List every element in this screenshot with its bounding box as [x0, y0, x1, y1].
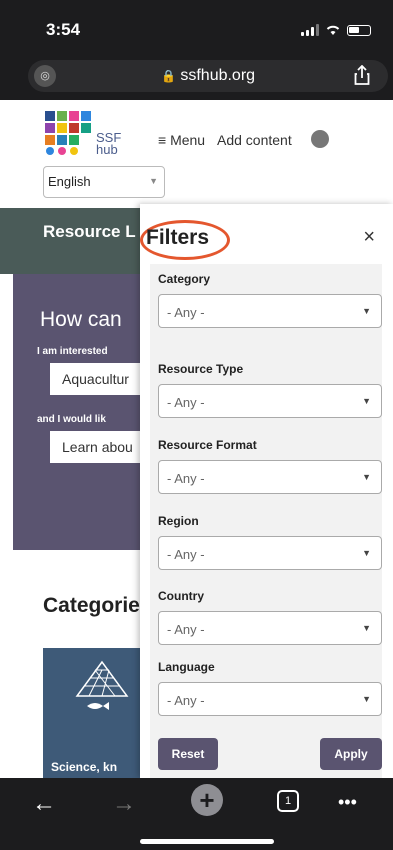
- apply-button[interactable]: Apply: [320, 738, 382, 770]
- language-value: English: [48, 174, 91, 189]
- forward-icon[interactable]: →: [112, 790, 136, 818]
- chevron-down-icon: ▼: [362, 548, 371, 558]
- lock-icon: 🔒: [160, 69, 176, 83]
- browser-toolbar: ← → + 1 •••: [0, 778, 393, 850]
- site-header: SSF hub ≡ Menu Add content English ▼: [0, 100, 393, 208]
- tabs-button[interactable]: 1: [277, 790, 299, 812]
- url-label: ssfhub.org: [180, 67, 256, 84]
- chevron-down-icon: ▼: [362, 472, 371, 482]
- filter-select-resource-type[interactable]: - Any - ▼: [158, 384, 382, 418]
- wifi-icon: [326, 25, 340, 35]
- ssf-hub-logo[interactable]: [43, 109, 93, 155]
- filter-label-resource-format: Resource Format: [158, 438, 257, 452]
- chevron-down-icon: ▼: [362, 623, 371, 633]
- reset-button[interactable]: Reset: [158, 738, 218, 770]
- menu-button[interactable]: ≡ Menu: [158, 132, 205, 148]
- chevron-down-icon: ▼: [362, 396, 371, 406]
- language-select[interactable]: English ▼: [43, 166, 165, 198]
- filter-value-language: - Any -: [167, 693, 205, 708]
- filter-select-country[interactable]: - Any - ▼: [158, 611, 382, 645]
- filters-body: Category - Any - ▼ Resource Type - Any -…: [150, 264, 382, 778]
- finder-question: How can: [40, 308, 122, 331]
- filter-label-resource-type: Resource Type: [158, 362, 244, 376]
- filters-panel: Filters × Category - Any - ▼ Resource Ty…: [140, 204, 393, 778]
- chevron-down-icon: ▼: [362, 306, 371, 316]
- back-icon[interactable]: ←: [32, 790, 56, 818]
- home-indicator: [140, 839, 274, 844]
- filter-value-country: - Any -: [167, 622, 205, 637]
- chevron-down-icon: ▼: [149, 176, 158, 186]
- fishing-net-icon: [75, 660, 129, 710]
- share-icon[interactable]: [354, 64, 370, 90]
- filter-label-category: Category: [158, 272, 211, 286]
- user-account-icon[interactable]: [311, 130, 329, 148]
- battery-icon: [347, 24, 371, 36]
- logo-text: SSF hub: [96, 131, 121, 157]
- status-bar: 3:54: [0, 0, 393, 60]
- close-icon[interactable]: ×: [363, 226, 375, 249]
- menu-label: Menu: [170, 132, 206, 148]
- hero-title: Resource L: [43, 222, 136, 241]
- filters-title: Filters: [146, 226, 210, 249]
- would-like-label: and I would lik: [37, 414, 106, 425]
- filter-select-resource-format[interactable]: - Any - ▼: [158, 460, 382, 494]
- url-area: ◎ 🔒 ssfhub.org: [0, 60, 393, 100]
- chevron-down-icon: ▼: [362, 694, 371, 704]
- web-page: SSF hub ≡ Menu Add content English ▼ Res…: [0, 100, 393, 778]
- filter-select-region[interactable]: - Any - ▼: [158, 536, 382, 570]
- interested-label: I am interested: [37, 346, 108, 357]
- filter-value-resource-format: - Any -: [167, 471, 205, 486]
- new-tab-icon[interactable]: +: [191, 784, 223, 816]
- filter-select-category[interactable]: - Any - ▼: [158, 294, 382, 328]
- filter-value-category: - Any -: [167, 305, 205, 320]
- categories-heading: Categorie: [43, 594, 140, 617]
- filter-select-language[interactable]: - Any - ▼: [158, 682, 382, 716]
- url-text[interactable]: 🔒 ssfhub.org: [28, 67, 388, 85]
- filter-label-language: Language: [158, 660, 215, 674]
- filters-header: Filters ×: [140, 204, 393, 264]
- status-icons: [301, 24, 371, 36]
- filter-label-region: Region: [158, 514, 199, 528]
- more-icon[interactable]: •••: [338, 792, 357, 813]
- add-content-link[interactable]: Add content: [217, 132, 292, 148]
- hamburger-icon: ≡: [158, 132, 167, 148]
- filter-value-region: - Any -: [167, 547, 205, 562]
- category-card-label: Science, kn: [51, 760, 118, 774]
- signal-icon: [301, 24, 319, 36]
- filter-value-resource-type: - Any -: [167, 395, 205, 410]
- address-bar[interactable]: ◎ 🔒 ssfhub.org: [28, 60, 388, 92]
- logo-text-line2: hub: [96, 142, 118, 157]
- filter-label-country: Country: [158, 589, 204, 603]
- status-time: 3:54: [46, 20, 81, 39]
